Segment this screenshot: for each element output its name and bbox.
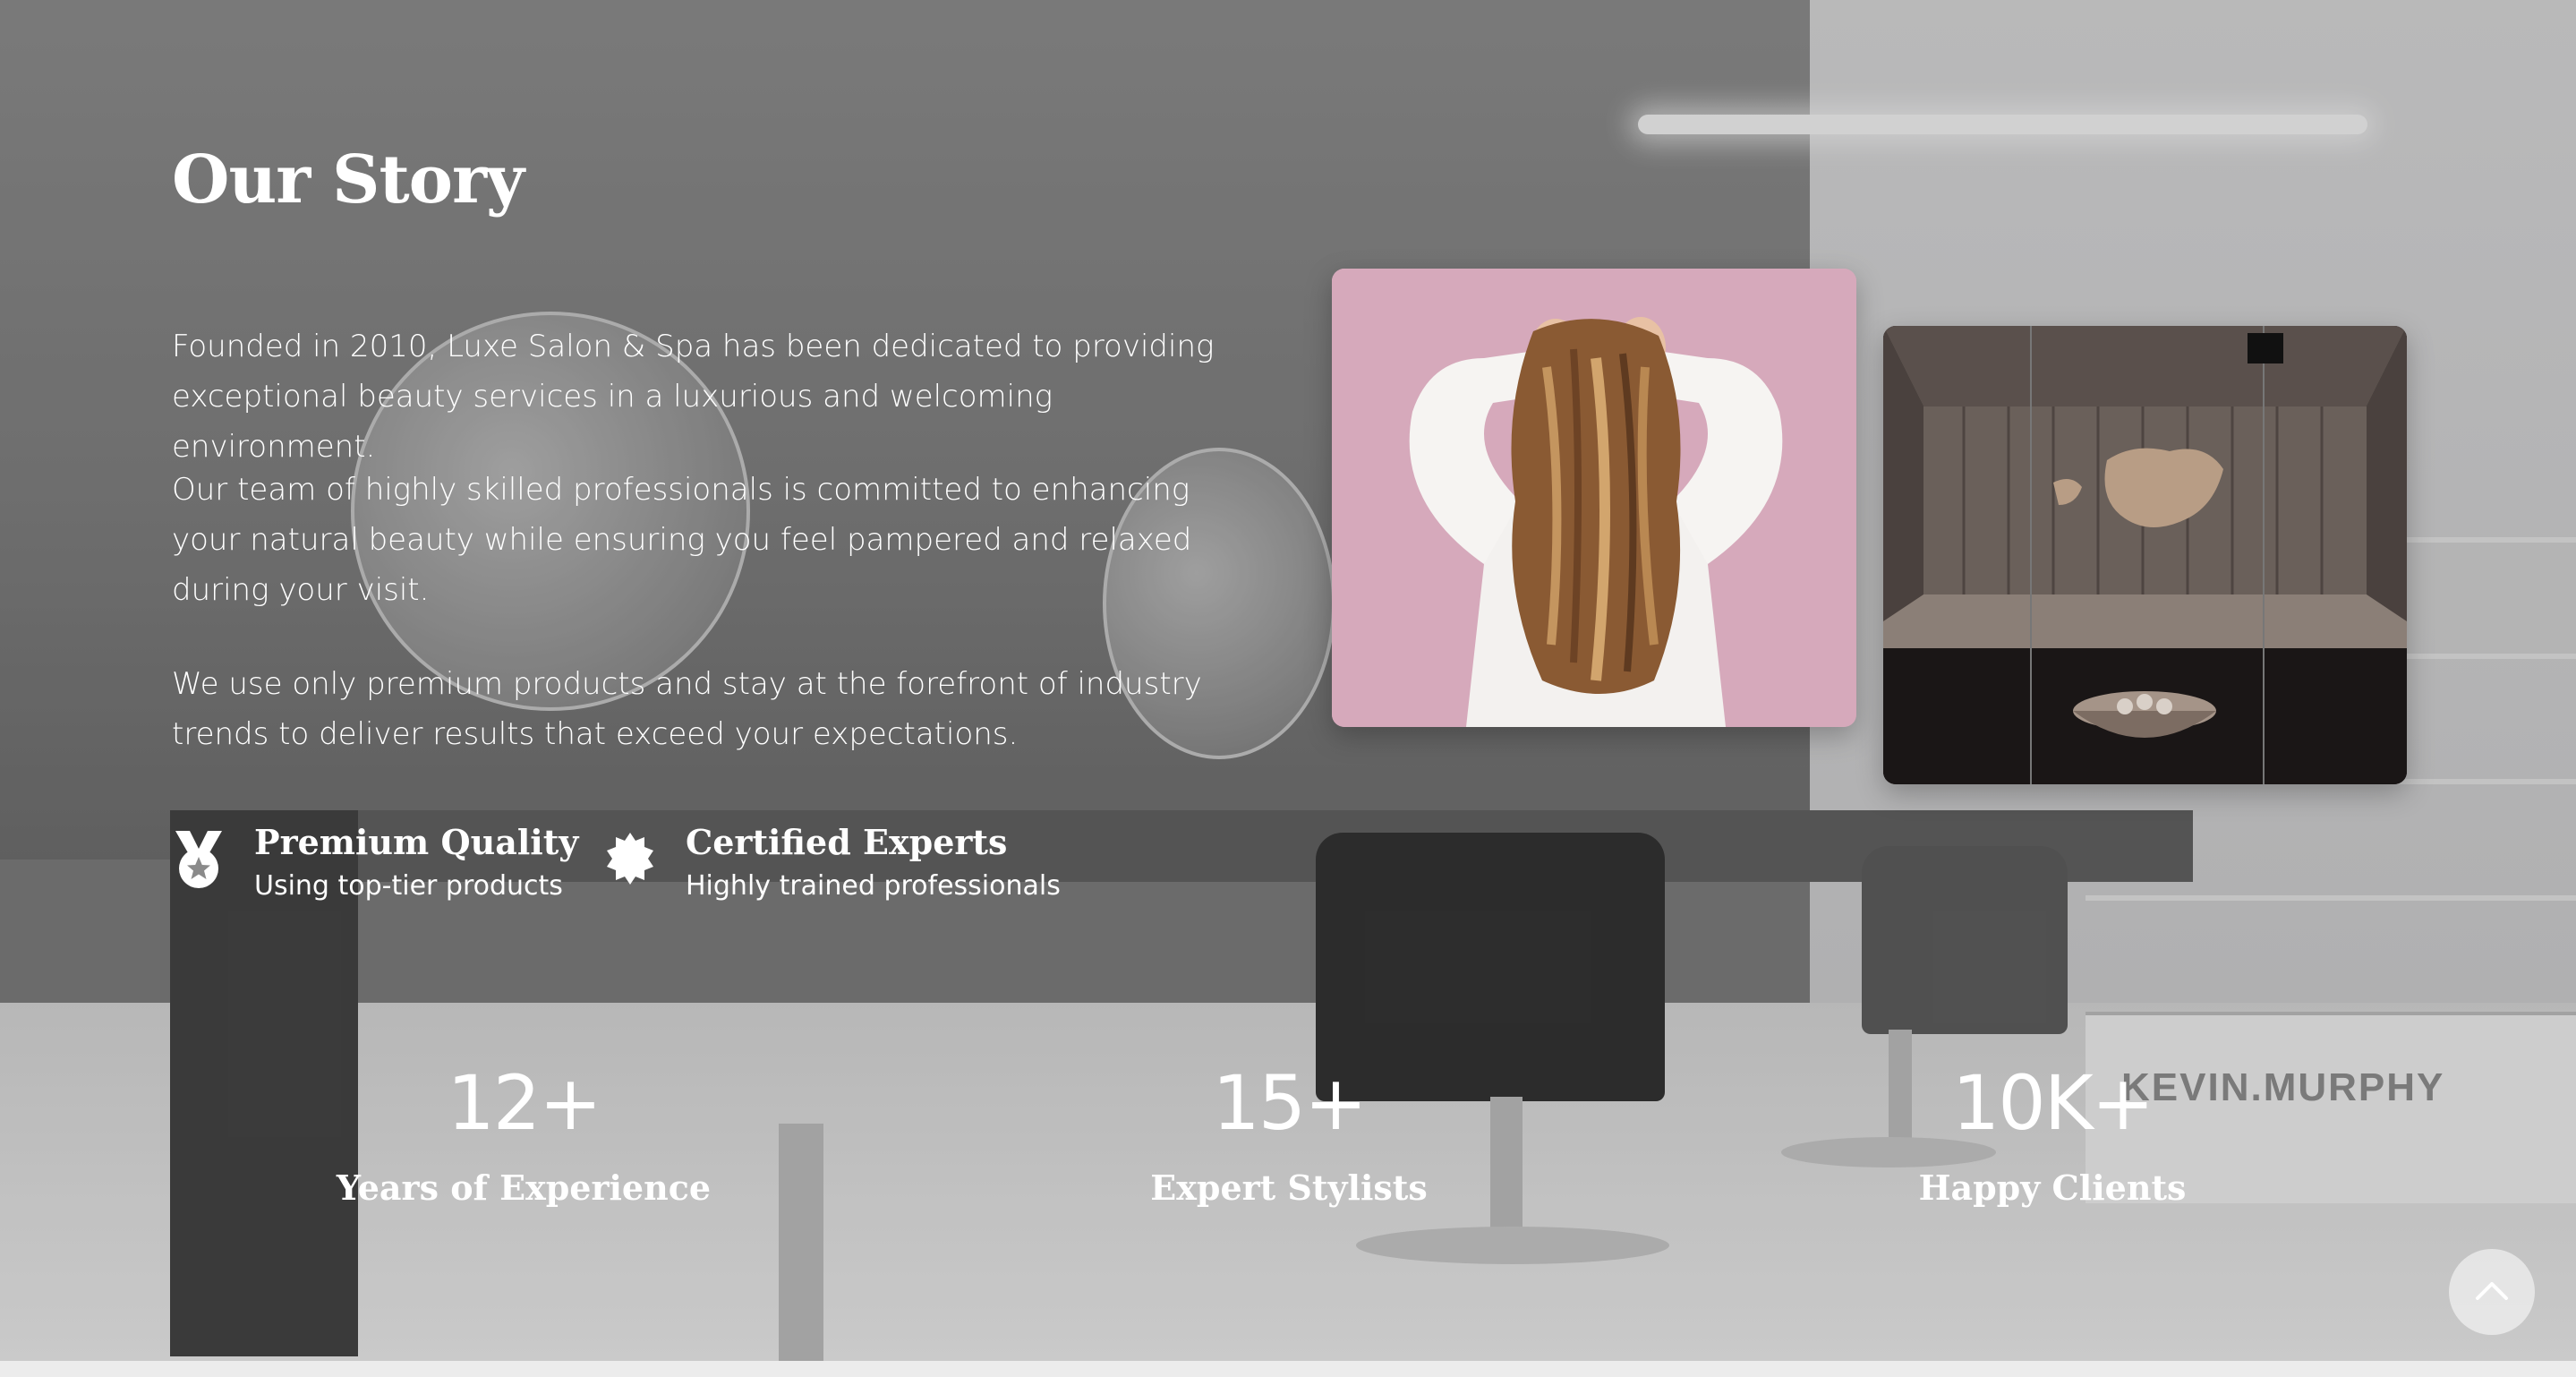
stat-label: Expert Stylists (1150, 1167, 1428, 1208)
stat-label: Happy Clients (1918, 1167, 2187, 1208)
story-paragraph: Founded in 2010, Luxe Salon & Spa has be… (172, 329, 1215, 465)
stat-value: 12+ (447, 1059, 601, 1147)
certificate-badge-icon (603, 829, 657, 890)
medal-icon (172, 829, 226, 890)
feature-text: Certified Experts Highly trained profess… (686, 822, 1061, 906)
stat-label: Years of Experience (336, 1167, 712, 1208)
our-story-section: KEVIN.MURPHY Our Story Founded in 2010, … (0, 0, 2576, 1361)
feature-title: Premium Quality (254, 822, 579, 862)
section-title: Our Story (172, 141, 525, 218)
sauna-room-photo (1883, 326, 2407, 784)
feature-title: Certified Experts (686, 822, 1008, 862)
feature-text: Premium Quality Using top-tier products (254, 822, 578, 906)
feature-certified-experts: Certified Experts Highly trained profess… (603, 822, 1061, 906)
chevron-up-icon (2474, 1280, 2510, 1304)
feature-premium-quality: Premium Quality Using top-tier products (172, 822, 578, 906)
stat-value: 15+ (1212, 1059, 1367, 1147)
stat-value: 10K+ (1951, 1059, 2154, 1147)
feature-subtitle: Using top-tier products (254, 870, 563, 902)
story-paragraph: We use only premium products and stay at… (172, 666, 1202, 752)
scroll-to-top-button[interactable] (2449, 1249, 2535, 1335)
woman-long-wavy-hair-photo (1332, 269, 1856, 727)
feature-subtitle: Highly trained professionals (686, 870, 1061, 902)
story-content: Our Story Founded in 2010, Luxe Salon & … (0, 0, 2576, 1361)
story-paragraph: Our team of highly skilled professionals… (172, 472, 1192, 608)
page-bottom-edge (0, 1361, 2576, 1377)
